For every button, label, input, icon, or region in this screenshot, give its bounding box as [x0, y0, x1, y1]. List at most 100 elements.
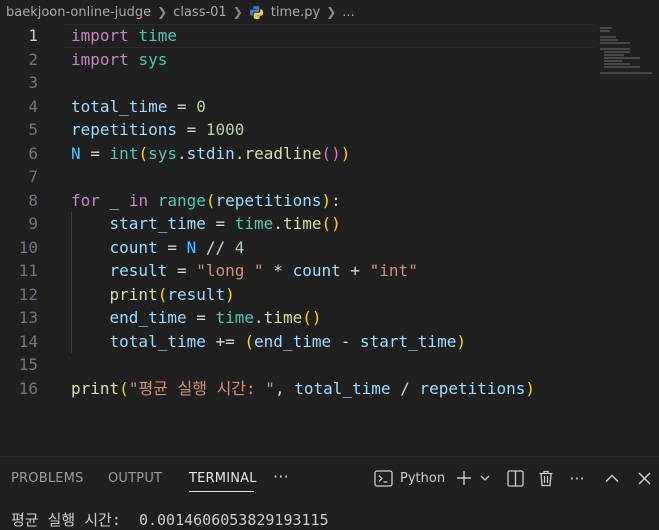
- breadcrumb-item-subfolder[interactable]: class-01: [173, 5, 227, 20]
- line-number: 1: [28, 26, 38, 45]
- code-line[interactable]: 10 count = N // 4: [0, 236, 596, 260]
- code-text: import sys: [71, 48, 167, 72]
- code-token: total_time: [71, 96, 168, 116]
- line-number: 5: [28, 120, 38, 139]
- split-icon[interactable]: [505, 466, 525, 490]
- code-token: print: [71, 378, 120, 398]
- code-line[interactable]: 16 print("평균 실행 시간: ", total_time / repet…: [0, 377, 596, 401]
- code-token: N: [71, 143, 81, 163]
- python-file-icon: [249, 4, 265, 20]
- code-token: start_time: [360, 331, 457, 351]
- code-token: int: [109, 143, 139, 163]
- code-token: "int": [369, 261, 418, 280]
- tab-terminal[interactable]: TERMINAL: [189, 471, 257, 486]
- code-line[interactable]: 13 end_time = time.time(): [0, 306, 596, 330]
- terminal-icon: [374, 469, 393, 487]
- code-line[interactable]: 5 repetitions = 1000: [0, 118, 596, 142]
- ellipsis-icon[interactable]: ···: [566, 466, 588, 490]
- code-token: (: [244, 331, 255, 351]
- terminal-output[interactable]: 평균 실행 시간: 0.0014606053829193115: [11, 509, 329, 530]
- code-token: ): [225, 284, 235, 304]
- terminal-profile-label: Python: [400, 470, 446, 486]
- breadcrumb-item-symbol[interactable]: ...: [342, 5, 354, 20]
- code-token: repetitions: [71, 120, 177, 139]
- code-token: (): [321, 143, 341, 163]
- terminal-profile-button[interactable]: Python: [374, 466, 446, 490]
- code-token: =: [205, 214, 235, 233]
- code-token: =: [157, 237, 187, 257]
- code-line[interactable]: 11 result = "long " * count + "int": [0, 259, 596, 283]
- code-line[interactable]: 1 import time: [0, 24, 596, 48]
- breadcrumb-item-file[interactable]: time.py: [271, 5, 320, 20]
- code-text: count = N // 4: [71, 236, 245, 260]
- chevron-up-icon[interactable]: [603, 466, 621, 490]
- code-line[interactable]: 6N = int(sys.stdin.readline()): [0, 142, 596, 166]
- code-token: +=: [205, 331, 245, 351]
- code-token: :: [331, 190, 341, 210]
- code-token: repetitions: [215, 190, 322, 210]
- breadcrumb-item-folder[interactable]: baekjoon-online-judge: [6, 5, 151, 20]
- line-number: 9: [28, 214, 38, 233]
- code-editor[interactable]: 1 import time 2 import sys 3 4 total_time = 0 5…: [0, 24, 659, 452]
- code-token: import: [71, 26, 129, 45]
- line-number: 6: [28, 143, 38, 163]
- ellipsis-icon[interactable]: ···: [273, 467, 289, 486]
- code-token: N: [186, 237, 197, 257]
- code-text: print(result): [71, 283, 235, 307]
- line-number: 12: [18, 284, 38, 304]
- code-token: =: [80, 143, 110, 163]
- code-line[interactable]: 2 import sys: [0, 48, 596, 72]
- tab-output[interactable]: OUTPUT: [108, 471, 162, 486]
- code-text: start_time = time.time(): [71, 212, 341, 236]
- code-text: total_time += (end_time - start_time): [71, 330, 466, 354]
- code-token: .: [234, 143, 245, 163]
- code-token: /: [390, 378, 420, 398]
- code-token: end_time: [254, 331, 332, 351]
- code-line[interactable]: 3: [0, 71, 596, 95]
- code-token: ): [456, 331, 466, 351]
- code-token: time: [138, 26, 177, 45]
- code-token: (: [157, 284, 168, 304]
- code-token: total_time: [109, 331, 206, 351]
- line-number: 2: [28, 49, 38, 69]
- code-token: .: [177, 143, 187, 163]
- line-number: 14: [18, 331, 38, 351]
- code-token: total_time: [294, 378, 391, 398]
- code-token: time: [215, 308, 255, 327]
- code-token: ): [340, 143, 351, 163]
- code-token: ,: [274, 378, 295, 398]
- code-token: +: [340, 261, 370, 280]
- chevron-right-icon: ❯: [326, 5, 337, 19]
- code-line[interactable]: 12 print(result): [0, 283, 596, 307]
- code-token: "long ": [196, 261, 264, 280]
- line-number: 3: [28, 73, 38, 92]
- line-number: 11: [18, 261, 38, 280]
- code-line[interactable]: 7: [0, 165, 596, 189]
- code-token: =: [167, 96, 197, 116]
- code-line[interactable]: 4 total_time = 0: [0, 95, 596, 119]
- code-token: time: [263, 308, 303, 327]
- tab-problems[interactable]: PROBLEMS: [11, 471, 84, 486]
- code-token: =: [167, 261, 197, 280]
- line-number: 4: [28, 96, 38, 116]
- close-icon[interactable]: [635, 466, 653, 490]
- chevron-down-icon[interactable]: [478, 466, 492, 490]
- plus-icon[interactable]: [454, 466, 474, 490]
- code-line[interactable]: 8 for _ in range(repetitions):: [0, 189, 596, 213]
- code-text: total_time = 0: [71, 95, 206, 119]
- trash-icon[interactable]: [536, 466, 556, 490]
- code-token: ): [321, 190, 332, 210]
- code-line[interactable]: 14 total_time += (end_time - start_time): [0, 330, 596, 354]
- code-token: range: [157, 190, 206, 210]
- code-text: import time: [71, 24, 177, 48]
- code-line[interactable]: 9 start_time = time.time(): [0, 212, 596, 236]
- code-token: sys: [138, 49, 168, 69]
- line-number: 13: [18, 308, 38, 327]
- minimap[interactable]: [596, 24, 659, 104]
- code-line[interactable]: 15: [0, 353, 596, 377]
